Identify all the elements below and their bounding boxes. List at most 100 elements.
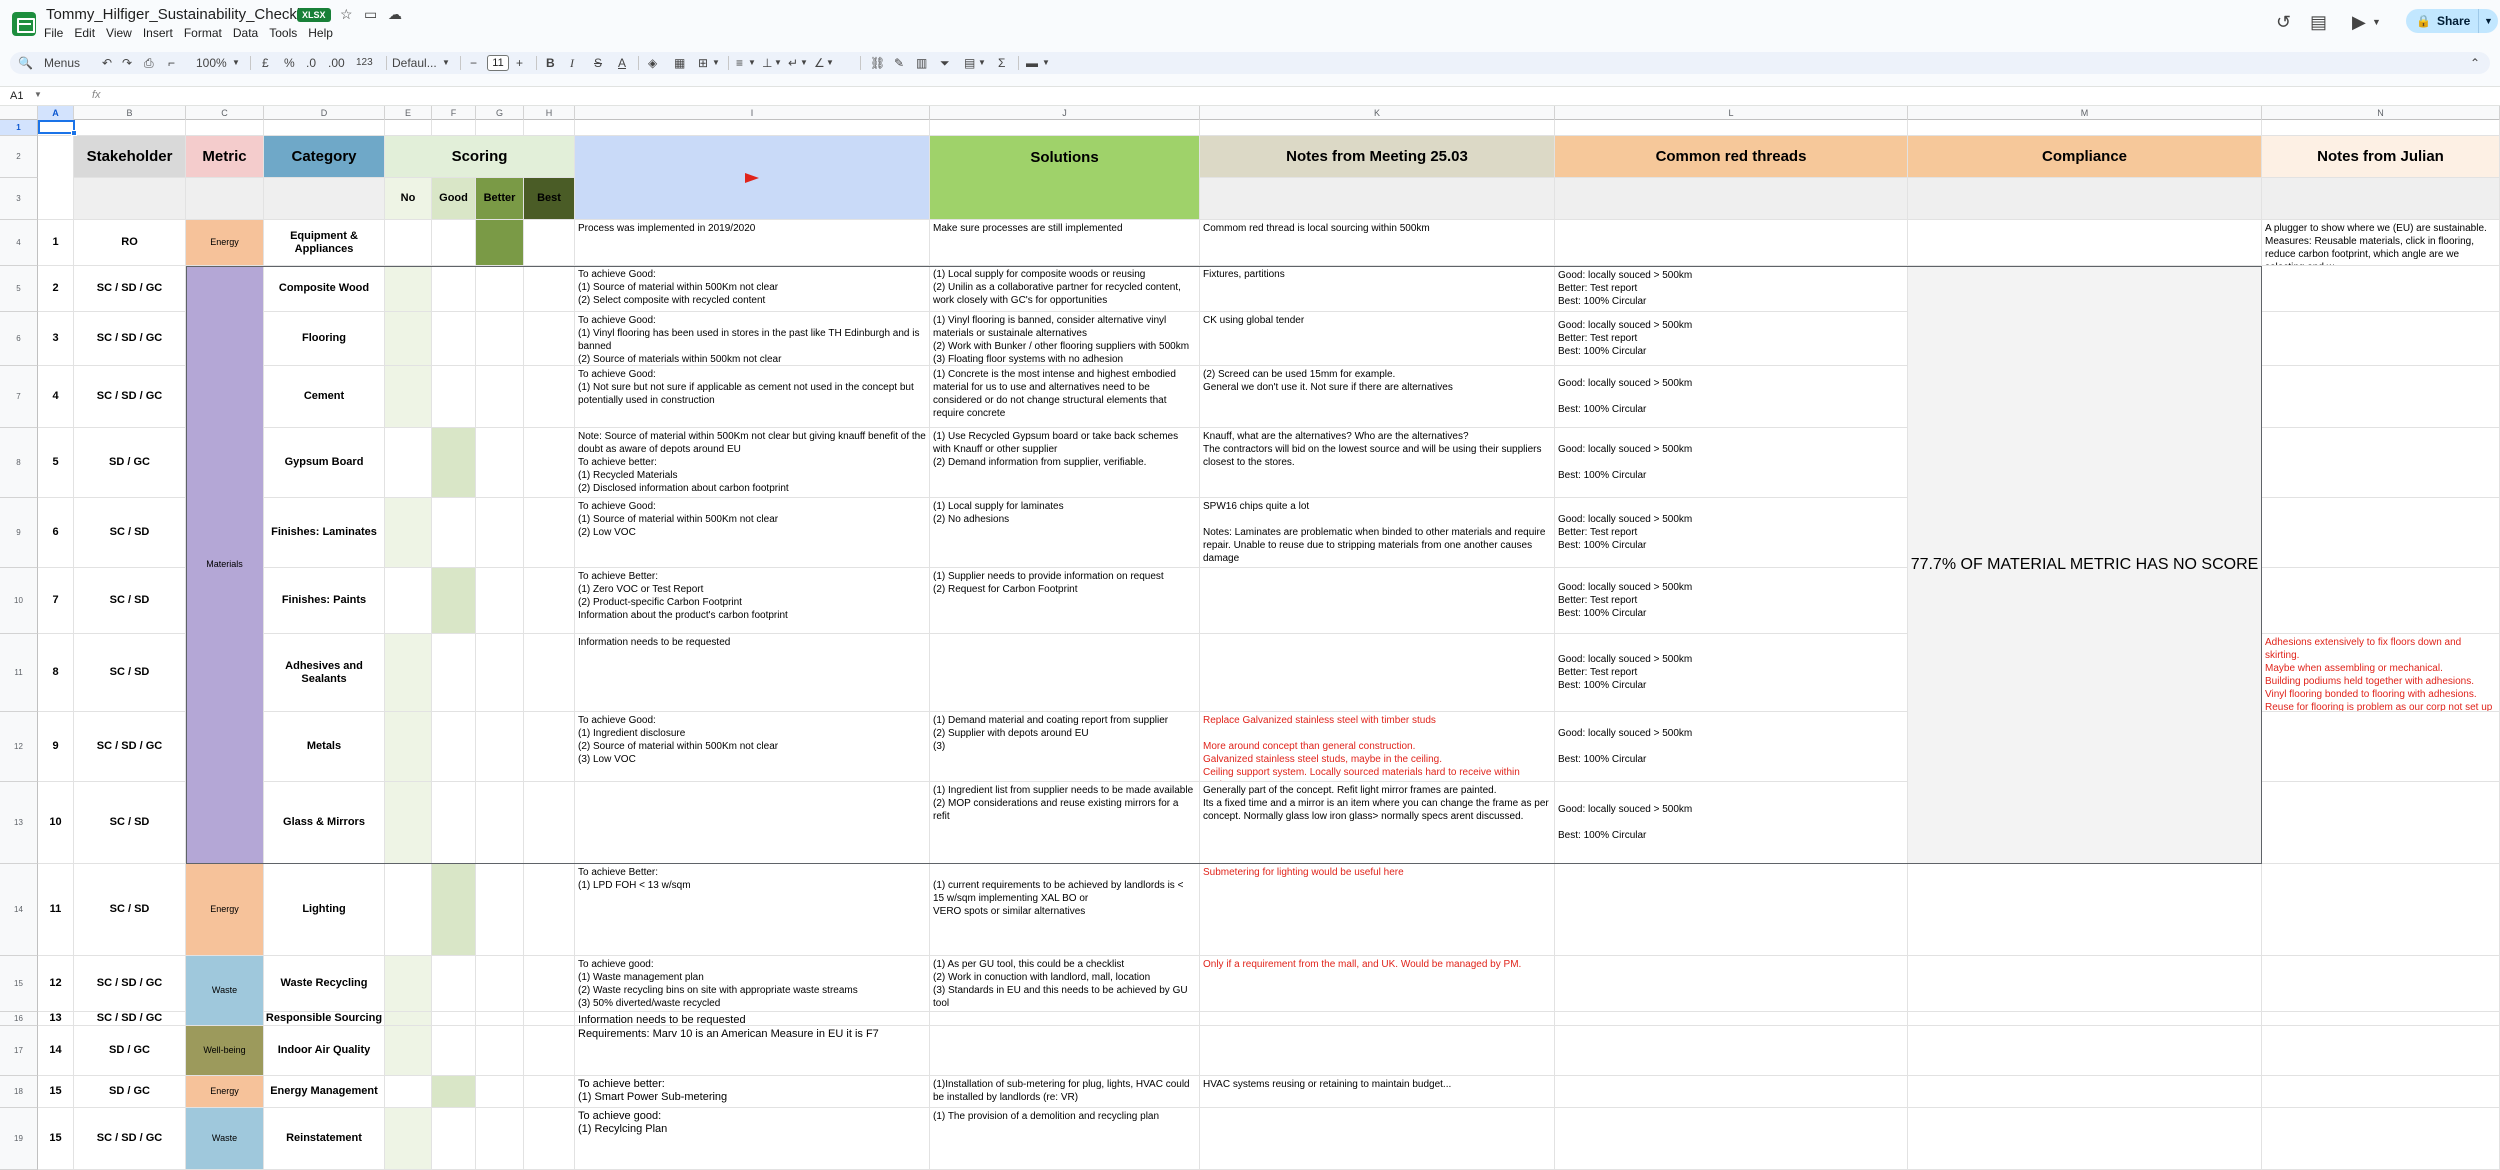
menu-view[interactable]: View [106, 26, 132, 40]
column-header-m[interactable]: M [1908, 106, 2262, 120]
julian-notes-cell[interactable] [2262, 568, 2500, 634]
solution-cell[interactable] [930, 634, 1200, 712]
issue-cell[interactable]: To achieve Good: (1) Not sure but not su… [575, 366, 930, 428]
subheader-blank[interactable] [186, 178, 264, 220]
score-cell[interactable] [524, 1108, 575, 1170]
score-cell[interactable] [476, 864, 524, 956]
metric-cell[interactable]: Energy [186, 864, 264, 956]
row-number-cell[interactable]: 4 [38, 366, 74, 428]
row-number-cell[interactable]: 12 [38, 956, 74, 1012]
meeting-notes-cell[interactable]: CK using global tender [1200, 312, 1555, 366]
score-cell[interactable] [524, 266, 575, 312]
score-cell[interactable] [432, 712, 476, 782]
text-rotation-icon[interactable]: ∠ [814, 55, 825, 71]
cloud-status-icon[interactable]: ☁ [388, 6, 402, 23]
share-button[interactable]: 🔒 Share ▼ [2406, 9, 2498, 33]
sheets-logo-icon[interactable] [12, 12, 36, 36]
compliance-cell[interactable] [1908, 220, 2262, 266]
row-header-2[interactable]: 2 [0, 136, 38, 178]
score-cell[interactable] [524, 1012, 575, 1026]
category-cell[interactable]: Equipment & Appliances [264, 220, 385, 266]
score-cell[interactable] [385, 956, 432, 1012]
select-all-corner[interactable] [0, 106, 38, 120]
score-cell[interactable] [432, 220, 476, 266]
row-number-cell[interactable]: 9 [38, 712, 74, 782]
julian-notes-cell[interactable] [2262, 266, 2500, 312]
metric-cell[interactable]: Well-being [186, 1026, 264, 1076]
column-header-c[interactable]: C [186, 106, 264, 120]
stakeholder-cell[interactable]: SD / GC [74, 428, 186, 498]
score-cell[interactable] [432, 1108, 476, 1170]
solution-cell[interactable]: Make sure processes are still implemente… [930, 220, 1200, 266]
row-header-9[interactable]: 9 [0, 498, 38, 568]
score-cell[interactable] [432, 1012, 476, 1026]
stakeholder-cell[interactable]: SC / SD / GC [74, 312, 186, 366]
score-cell[interactable] [432, 634, 476, 712]
row-header-3[interactable]: 3 [0, 178, 38, 220]
category-cell[interactable]: Gypsum Board [264, 428, 385, 498]
meeting-notes-cell[interactable] [1200, 1012, 1555, 1026]
score-cell[interactable] [432, 312, 476, 366]
common-threads-cell[interactable]: Good: locally souced > 500km Better: Tes… [1555, 568, 1908, 634]
row-header-10[interactable]: 10 [0, 568, 38, 634]
column-header-i[interactable]: I [575, 106, 930, 120]
score-cell[interactable] [524, 568, 575, 634]
meeting-notes-cell[interactable] [1200, 1108, 1555, 1170]
row-number-cell[interactable]: 15 [38, 1076, 74, 1108]
julian-notes-cell[interactable]: Adhesions extensively to fix floors down… [2262, 634, 2500, 712]
bold-button[interactable]: B [546, 55, 555, 71]
score-cell[interactable] [385, 568, 432, 634]
category-cell[interactable]: Flooring [264, 312, 385, 366]
common-threads-cell[interactable] [1555, 1026, 1908, 1076]
chevron-down-icon[interactable]: ▼ [232, 55, 240, 71]
percent-format-button[interactable]: % [284, 55, 295, 71]
score-cell[interactable] [476, 312, 524, 366]
common-threads-cell[interactable] [1555, 1076, 1908, 1108]
version-history-icon[interactable]: ↺ [2276, 12, 2291, 33]
solution-cell[interactable]: (1) Demand material and coating report f… [930, 712, 1200, 782]
subheader-blank[interactable] [1555, 178, 1908, 220]
score-cell[interactable] [476, 498, 524, 568]
functions-button[interactable]: Σ [998, 55, 1005, 71]
category-cell[interactable]: Metals [264, 712, 385, 782]
score-cell[interactable] [476, 1108, 524, 1170]
compliance-cell[interactable] [1908, 1026, 2262, 1076]
meeting-notes-cell[interactable] [1200, 568, 1555, 634]
meeting-notes-cell[interactable]: Knauff, what are the alternatives? Who a… [1200, 428, 1555, 498]
stakeholder-cell[interactable]: SC / SD [74, 568, 186, 634]
print-icon[interactable]: ⎙ [144, 55, 154, 71]
solution-cell[interactable]: (1) As per GU tool, this could be a chec… [930, 956, 1200, 1012]
chevron-down-icon[interactable]: ▼ [748, 55, 756, 71]
row-number-cell[interactable]: 3 [38, 312, 74, 366]
menu-tools[interactable]: Tools [269, 26, 297, 40]
row-header-16[interactable]: 16 [0, 1012, 38, 1026]
chevron-down-icon[interactable]: ▼ [826, 55, 834, 71]
score-cell[interactable] [524, 634, 575, 712]
score-cell[interactable] [476, 568, 524, 634]
empty-cell[interactable] [432, 120, 476, 136]
issue-cell[interactable]: To achieve better: (1) Smart Power Sub-m… [575, 1076, 930, 1108]
row-number-cell[interactable]: 13 [38, 1012, 74, 1026]
score-cell[interactable] [385, 864, 432, 956]
subheader-blank[interactable] [1200, 178, 1555, 220]
header-metric[interactable]: Metric [186, 136, 264, 178]
meet-icon[interactable]: ▶ [2352, 12, 2366, 33]
common-threads-cell[interactable]: Good: locally souced > 500km Better: Tes… [1555, 498, 1908, 568]
stakeholder-cell[interactable]: SC / SD [74, 864, 186, 956]
category-cell[interactable]: Reinstatement [264, 1108, 385, 1170]
solution-cell[interactable]: (1) Ingredient list from supplier needs … [930, 782, 1200, 864]
empty-cell[interactable] [575, 120, 930, 136]
metric-cell[interactable]: Waste [186, 956, 264, 1026]
row-number-cell[interactable]: 8 [38, 634, 74, 712]
score-cell[interactable] [432, 366, 476, 428]
empty-cell[interactable] [385, 120, 432, 136]
empty-cell[interactable] [476, 120, 524, 136]
stakeholder-cell[interactable]: RO [74, 220, 186, 266]
row-header-5[interactable]: 5 [0, 266, 38, 312]
row-number-cell[interactable]: 15 [38, 1108, 74, 1170]
common-threads-cell[interactable]: Good: locally souced > 500km Best: 100% … [1555, 782, 1908, 864]
score-cell[interactable] [432, 266, 476, 312]
decrease-decimal-button[interactable]: .0 [306, 55, 316, 71]
row-number-cell[interactable]: 7 [38, 568, 74, 634]
merge-cells-icon[interactable]: ⊞ [698, 55, 708, 71]
